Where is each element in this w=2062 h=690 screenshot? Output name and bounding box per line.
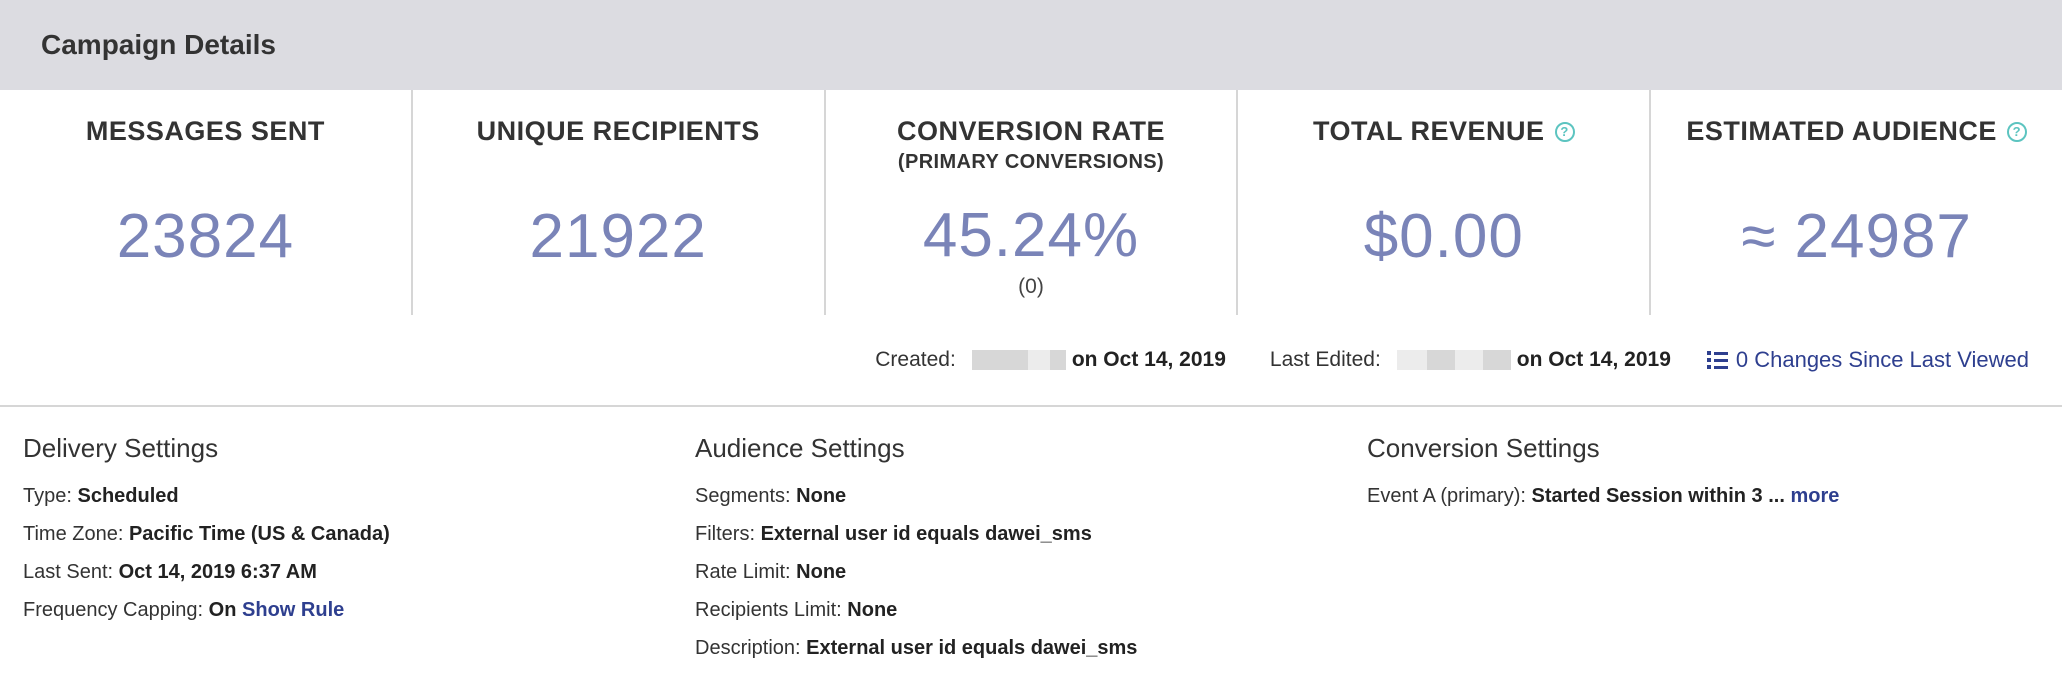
stat-value: $0.00 <box>1363 202 1524 271</box>
stat-value: 21922 <box>529 202 707 271</box>
stat-label: MESSAGES SENT <box>85 116 325 146</box>
stat-value: 23824 <box>116 202 295 271</box>
setting-frequency-capping: Frequency Capping: On Show Rule <box>23 599 345 621</box>
stat-label: ESTIMATED AUDIENCE <box>1686 116 1997 146</box>
redacted-name <box>971 350 1066 370</box>
section-title: Delivery Settings <box>23 433 219 463</box>
setting-last-sent: Last Sent: Oct 14, 2019 6:37 AM <box>23 561 317 583</box>
show-rule-link[interactable]: Show Rule <box>242 599 344 621</box>
conversion-settings: Conversion Settings Event A (primary): S… <box>1367 433 2039 674</box>
created-info: Created: on Oct 14, 2019 <box>875 348 1226 372</box>
redacted-name <box>1396 350 1511 370</box>
question-circle-icon[interactable]: ? <box>2006 121 2027 142</box>
page-title: Campaign Details <box>41 29 276 60</box>
changes-since-viewed-link[interactable]: 0 Changes Since Last Viewed <box>1706 347 2029 373</box>
stat-value: 45.24% <box>922 201 1140 270</box>
header: Campaign Details <box>0 0 2062 90</box>
stat-sublabel: (PRIMARY CONVERSIONS) <box>897 151 1165 173</box>
setting-description: Description: External user id equals daw… <box>695 637 1138 659</box>
stat-messages-sent: MESSAGES SENT 23824 <box>0 90 413 315</box>
setting-recipients-limit: Recipients Limit: None <box>695 599 898 621</box>
section-title: Conversion Settings <box>1367 433 1600 463</box>
settings-panel: Delivery Settings Type: Scheduled Time Z… <box>0 407 2062 674</box>
stat-unique-recipients: UNIQUE RECIPIENTS 21922 <box>413 90 826 315</box>
stat-label: TOTAL REVENUE <box>1313 116 1545 146</box>
stat-total-revenue: TOTAL REVENUE ? $0.00 <box>1238 90 1652 315</box>
created-label: Created: <box>875 348 956 371</box>
stat-note: (0) <box>1018 275 1044 298</box>
setting-type: Type: Scheduled <box>23 485 179 507</box>
stat-label: CONVERSION RATE <box>896 116 1165 146</box>
question-circle-icon[interactable]: ? <box>1554 121 1575 142</box>
meta-row: Created: on Oct 14, 2019 Last Edited: on… <box>0 315 2062 407</box>
edited-date: on Oct 14, 2019 <box>1516 348 1671 371</box>
stats-panel: MESSAGES SENT 23824 UNIQUE RECIPIENTS 21… <box>0 90 2062 315</box>
stat-label: UNIQUE RECIPIENTS <box>476 116 760 146</box>
stat-value: ≈ 24987 <box>1741 202 1972 271</box>
setting-rate-limit: Rate Limit: None <box>695 561 847 583</box>
delivery-settings: Delivery Settings Type: Scheduled Time Z… <box>23 433 695 674</box>
section-title: Audience Settings <box>695 433 905 463</box>
more-link[interactable]: more <box>1790 485 1839 507</box>
changes-link-label: 0 Changes Since Last Viewed <box>1735 347 2029 372</box>
setting-event-a: Event A (primary): Started Session withi… <box>1367 485 1840 507</box>
stat-estimated-audience: ESTIMATED AUDIENCE ? ≈ 24987 <box>1651 90 2062 315</box>
created-date: on Oct 14, 2019 <box>1071 348 1226 371</box>
setting-filters: Filters: External user id equals dawei_s… <box>695 523 1092 545</box>
edited-label: Last Edited: <box>1269 348 1381 371</box>
stat-conversion-rate: CONVERSION RATE (PRIMARY CONVERSIONS) 45… <box>826 90 1239 315</box>
list-icon <box>1706 351 1728 369</box>
audience-settings: Audience Settings Segments: None Filters… <box>695 433 1367 674</box>
setting-time-zone: Time Zone: Pacific Time (US & Canada) <box>23 523 390 545</box>
edited-info: Last Edited: on Oct 14, 2019 <box>1270 348 1671 372</box>
setting-segments: Segments: None <box>695 485 847 507</box>
